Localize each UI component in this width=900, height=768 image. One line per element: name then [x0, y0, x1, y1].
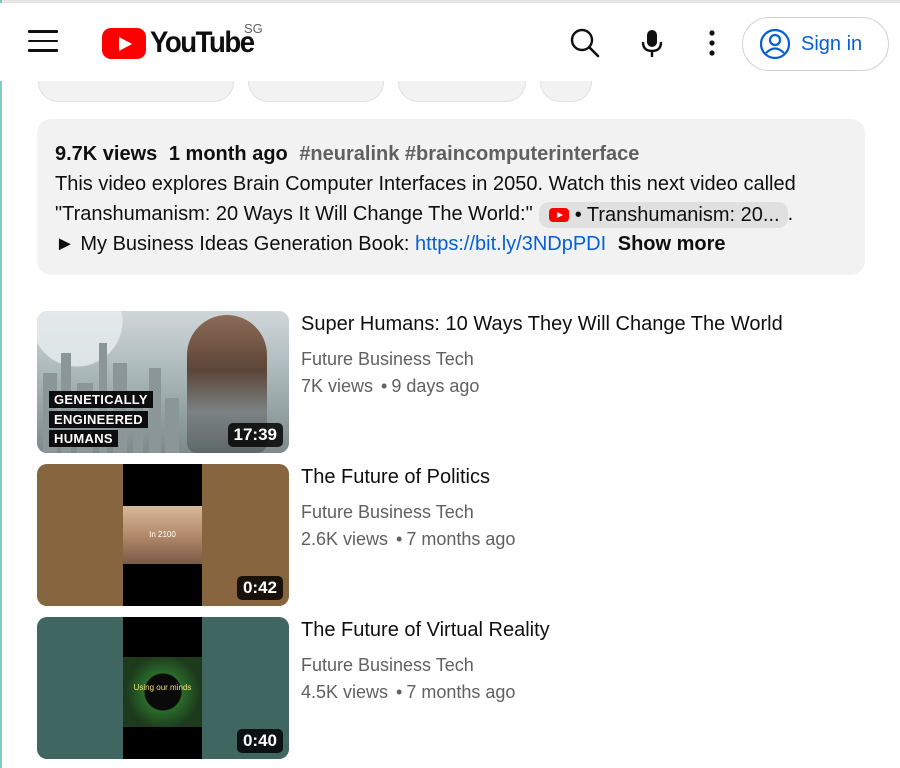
thumbnail-vertical-frame: Using our minds [123, 617, 202, 759]
video-age: 7 months ago [406, 682, 516, 702]
linked-video-title: • Transhumanism: 20... [574, 203, 780, 226]
sign-in-button[interactable]: Sign in [742, 17, 889, 71]
video-views: 7K views [301, 376, 374, 396]
video-age: 9 days ago [391, 376, 480, 396]
duration-badge: 0:40 [236, 729, 283, 753]
description-line-2-suffix: . [787, 203, 794, 225]
youtube-play-icon [548, 207, 569, 222]
description-line-1: This video explores Brain Computer Inter… [55, 173, 796, 195]
youtube-logo[interactable]: YouTube [102, 23, 263, 63]
left-border [0, 0, 2, 768]
video-thumbnail[interactable]: Using our minds 0:40 [37, 617, 289, 759]
video-meta: 4.5K views • 7 months ago [301, 682, 516, 702]
masthead: YouTube SG Sign in [0, 3, 900, 81]
logo-text: YouTube [150, 26, 255, 59]
thumbnail-caption: Using our minds [133, 683, 192, 692]
video-item[interactable]: GENETICALLY ENGINEERED HUMANS 17:39 Supe… [37, 311, 867, 453]
thumbnail-scene [123, 657, 202, 727]
search-icon[interactable] [569, 27, 601, 59]
microphone-icon[interactable] [636, 27, 668, 59]
channel-name[interactable]: Future Business Tech [301, 502, 474, 523]
menu-icon[interactable] [28, 30, 58, 54]
thumbnail-caption: In 2100 [149, 530, 176, 539]
video-age: 7 months ago [406, 529, 516, 549]
more-vert-icon[interactable] [696, 27, 728, 59]
thumbnail-text-line: ENGINEERED [49, 411, 148, 428]
video-title[interactable]: The Future of Politics [301, 466, 490, 489]
thumbnail-vertical-frame: In 2100 [123, 464, 202, 606]
video-views: 4.5K views [301, 682, 389, 702]
upload-age: 1 month ago [168, 143, 288, 165]
description-line-2: "Transhumanism: 20 Ways It Will Change T… [55, 203, 533, 225]
description-panel[interactable]: 9.7K views 1 month ago #neuralink #brain… [37, 119, 865, 275]
video-item[interactable]: In 2100 0:42 The Future of Politics Futu… [37, 464, 867, 606]
linked-video-chip[interactable]: • Transhumanism: 20... [538, 201, 788, 228]
video-thumbnail[interactable]: In 2100 0:42 [37, 464, 289, 606]
channel-name[interactable]: Future Business Tech [301, 349, 474, 370]
video-meta: 7K views • 9 days ago [301, 376, 480, 396]
video-views: 2.6K views [301, 529, 389, 549]
description-line-3: ► My Business Ideas Generation Book: [55, 233, 410, 255]
video-thumbnail[interactable]: GENETICALLY ENGINEERED HUMANS 17:39 [37, 311, 289, 453]
video-title[interactable]: Super Humans: 10 Ways They Will Change T… [301, 313, 783, 336]
thumbnail-text-line: GENETICALLY [49, 391, 153, 408]
video-title[interactable]: The Future of Virtual Reality [301, 619, 550, 642]
duration-badge: 17:39 [227, 423, 283, 447]
sign-in-label: Sign in [801, 32, 863, 55]
show-more-button[interactable]: Show more [618, 233, 726, 255]
hashtags[interactable]: #neuralink #braincomputerinterface [299, 143, 639, 165]
youtube-play-icon [102, 27, 146, 59]
book-link[interactable]: https://bit.ly/3NDpPDI [415, 233, 606, 255]
country-code: SG [244, 21, 263, 36]
duration-badge: 0:42 [236, 576, 283, 600]
account-circle-icon [759, 28, 791, 60]
thumbnail-text-line: HUMANS [49, 430, 118, 447]
channel-name[interactable]: Future Business Tech [301, 655, 474, 676]
video-item[interactable]: Using our minds 0:40 The Future of Virtu… [37, 617, 867, 759]
video-meta: 2.6K views • 7 months ago [301, 529, 516, 549]
view-count: 9.7K views [55, 143, 158, 165]
